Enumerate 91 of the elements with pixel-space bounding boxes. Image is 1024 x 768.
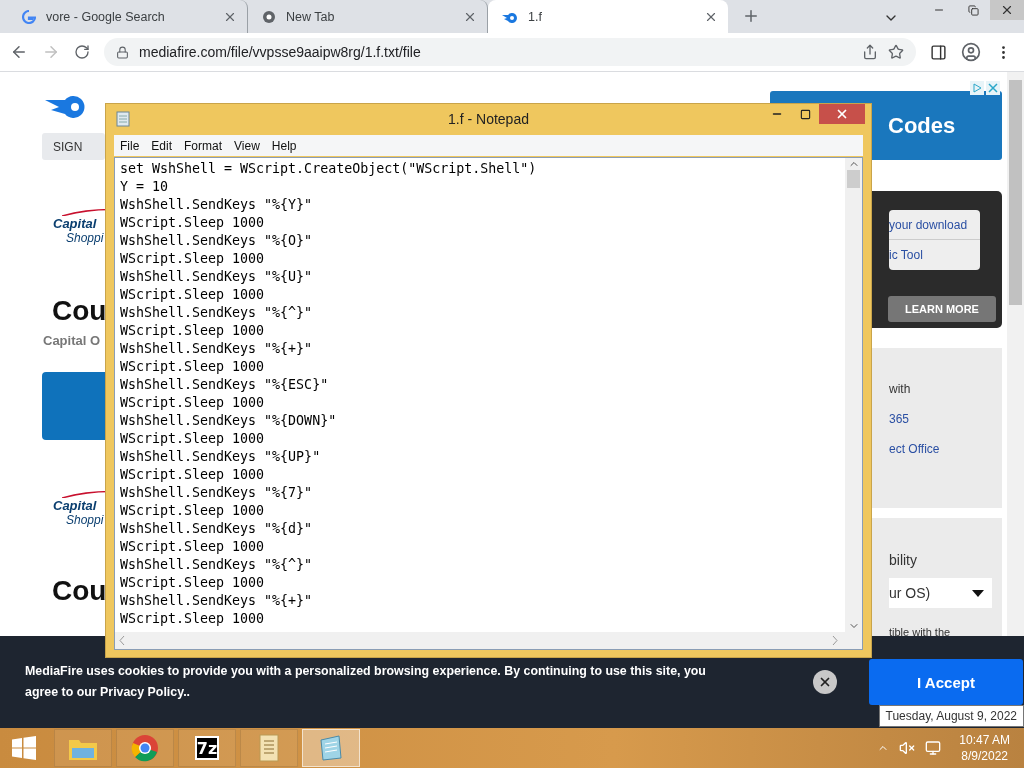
lock-icon bbox=[116, 45, 129, 59]
code-line: WScript.Sleep 1000 bbox=[120, 250, 266, 268]
volume-muted-icon[interactable] bbox=[899, 740, 916, 756]
card-text: tible with the bbox=[889, 626, 952, 638]
menu-item[interactable]: Edit bbox=[145, 138, 179, 153]
code-line: WshShell.SendKeys "%{+}" bbox=[120, 592, 314, 610]
learn-more-button[interactable]: LEARN MORE bbox=[888, 296, 996, 322]
notepad-icon bbox=[116, 111, 130, 127]
menu-item[interactable]: View bbox=[228, 138, 266, 153]
share-icon[interactable] bbox=[862, 44, 878, 60]
os-select[interactable]: ur OS) bbox=[889, 578, 992, 608]
code-line: WshShell.SendKeys "%{DOWN}" bbox=[120, 412, 338, 430]
browser-tab[interactable]: 1.f bbox=[488, 0, 728, 33]
card-text: with bbox=[889, 382, 912, 396]
code-line: WScript.Sleep 1000 bbox=[120, 322, 266, 340]
code-line: WScript.Sleep 1000 bbox=[120, 358, 266, 376]
subtitle: Capital O bbox=[43, 333, 101, 348]
back-icon[interactable] bbox=[10, 43, 28, 61]
browser-icon bbox=[131, 734, 159, 762]
logo-subtext: Shoppi bbox=[66, 513, 104, 527]
code-line: WshShell.SendKeys "%{Y}" bbox=[120, 196, 314, 214]
close-icon[interactable] bbox=[1000, 3, 1014, 17]
archive-icon: 7z bbox=[195, 736, 219, 760]
logo-text: Capital bbox=[53, 216, 97, 231]
code-line: WshShell.SendKeys "%{^}" bbox=[120, 304, 314, 322]
close-button[interactable] bbox=[813, 670, 837, 694]
address-bar[interactable]: mediafire.com/file/vvpsse9aaipw8rg/1.f.txt/file bbox=[104, 38, 916, 66]
code-line: WshShell.SendKeys "%{UP}" bbox=[120, 448, 322, 466]
bookmark-icon[interactable] bbox=[888, 44, 904, 60]
scroll-icon bbox=[256, 733, 282, 763]
scroll-thumb[interactable] bbox=[847, 170, 860, 188]
ad-text: Codes bbox=[888, 112, 956, 139]
code-line: WScript.Sleep 1000 bbox=[120, 502, 266, 520]
menu-item[interactable]: Format bbox=[178, 138, 229, 153]
globe-icon bbox=[262, 9, 276, 24]
close-icon[interactable] bbox=[835, 107, 849, 121]
code-line: WshShell.SendKeys "%{+}" bbox=[120, 340, 314, 358]
date-tooltip: Tuesday, August 9, 2022 bbox=[878, 705, 1024, 727]
link[interactable]: your download bbox=[889, 210, 980, 240]
code-line: WScript.Sleep 1000 bbox=[120, 430, 266, 448]
code-line: set WshShell = WScript.CreateObject("WScript.Shell") bbox=[120, 160, 538, 178]
flame-icon bbox=[502, 10, 518, 23]
cookie-text: MediaFire uses cookies to provide you with a personalized browsing experience. By continuing to use this site, you agree to our Privacy Policy.. bbox=[25, 663, 707, 701]
link[interactable]: ic Tool bbox=[889, 240, 980, 270]
start-icon[interactable] bbox=[12, 736, 36, 760]
code-line: WScript.Sleep 1000 bbox=[120, 214, 266, 232]
heading: Cou bbox=[52, 575, 107, 607]
sign-in-button[interactable]: SIGN bbox=[42, 133, 105, 160]
code-line: Y = 10 bbox=[120, 178, 170, 196]
network-icon[interactable] bbox=[925, 740, 942, 756]
code-line: WScript.Sleep 1000 bbox=[120, 538, 266, 556]
taskbar-app[interactable]: 7z bbox=[178, 729, 236, 767]
code-line: WScript.Sleep 1000 bbox=[120, 574, 266, 592]
card-text: bility bbox=[889, 552, 918, 568]
close-icon bbox=[818, 675, 832, 689]
code-line: WScript.Sleep 1000 bbox=[120, 466, 266, 484]
window-title: 1.f - Notepad bbox=[448, 111, 529, 127]
taskbar-app[interactable] bbox=[240, 729, 298, 767]
code-line: WshShell.SendKeys "%{U}" bbox=[120, 268, 314, 286]
link[interactable]: 365 bbox=[889, 412, 1002, 426]
code-line: WshShell.SendKeys "%{ESC}" bbox=[120, 376, 330, 394]
menu-item[interactable]: Help bbox=[265, 138, 303, 153]
ad-close-icon[interactable] bbox=[986, 81, 1000, 95]
menu-item[interactable]: File bbox=[114, 138, 146, 153]
notepad-icon bbox=[317, 734, 345, 762]
code-line: WshShell.SendKeys "%{7}" bbox=[120, 484, 314, 502]
side-panel-icon[interactable] bbox=[930, 43, 947, 61]
taskbar-app[interactable] bbox=[116, 729, 174, 767]
link[interactable]: ect Office bbox=[889, 442, 1002, 456]
taskbar-app[interactable] bbox=[54, 729, 112, 767]
scroll-right-icon[interactable] bbox=[832, 636, 838, 645]
profile-icon[interactable] bbox=[961, 42, 981, 62]
code-line: WshShell.SendKeys "%{d}" bbox=[120, 520, 314, 538]
g-letter-icon bbox=[22, 9, 36, 24]
logo-text: Capital bbox=[53, 498, 97, 513]
code-line: WScript.Sleep 1000 bbox=[120, 610, 266, 628]
reload-icon[interactable] bbox=[74, 44, 90, 60]
code-line: WshShell.SendKeys "%{^}" bbox=[120, 556, 314, 574]
ad-info-icon[interactable] bbox=[970, 81, 984, 95]
dropdown-caret-icon bbox=[972, 589, 984, 597]
scroll-left-icon[interactable] bbox=[119, 636, 125, 645]
logo-subtext: Shoppi bbox=[66, 231, 104, 245]
heading: Cou bbox=[52, 295, 107, 327]
maximize-icon[interactable] bbox=[799, 108, 811, 120]
new-tab-icon[interactable] bbox=[742, 7, 760, 25]
accept-button[interactable]: I Accept bbox=[869, 659, 1023, 705]
code-line: WshShell.SendKeys "%{O}" bbox=[120, 232, 314, 250]
forward-icon[interactable] bbox=[42, 43, 60, 61]
code-line: WScript.Sleep 1000 bbox=[120, 394, 266, 412]
code-line: WScript.Sleep 1000 bbox=[120, 286, 266, 304]
restore-icon[interactable] bbox=[967, 4, 979, 16]
